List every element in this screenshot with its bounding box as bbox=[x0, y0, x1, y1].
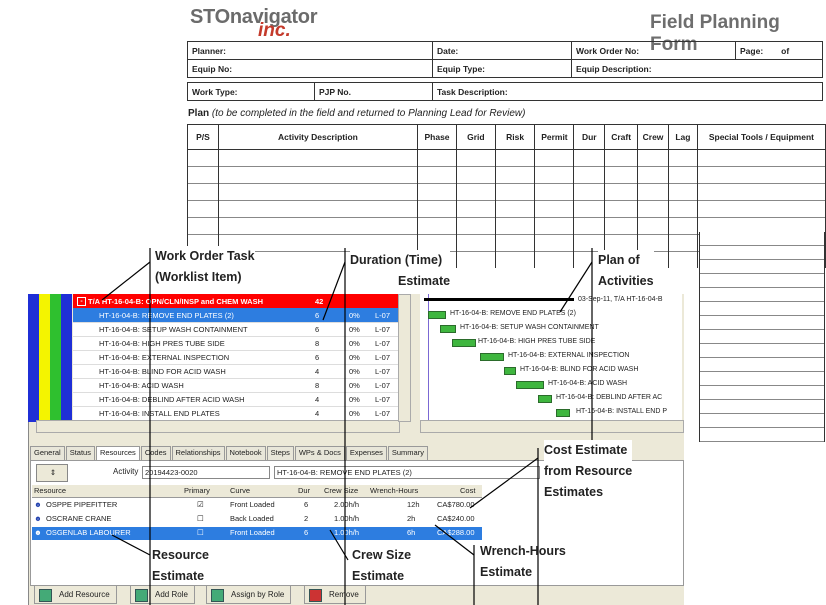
annotation-duration: Duration (Time) Estimate bbox=[350, 250, 451, 292]
annotation-lines bbox=[101, 248, 593, 605]
annotation-resource-estimate: Resource Estimate bbox=[152, 548, 209, 583]
annotation-plan-of-activities: Plan of Activities bbox=[598, 250, 654, 292]
annotation-crew-size: Crew Size Estimate bbox=[352, 548, 412, 583]
annotation-wrench-hours: Wrench-Hours Estimate bbox=[480, 544, 566, 579]
annotation-work-order-task: Work Order Task (Worklist Item) bbox=[155, 246, 255, 288]
annotation-cost-estimate: Cost Estimate from Resource Estimates bbox=[544, 440, 633, 503]
